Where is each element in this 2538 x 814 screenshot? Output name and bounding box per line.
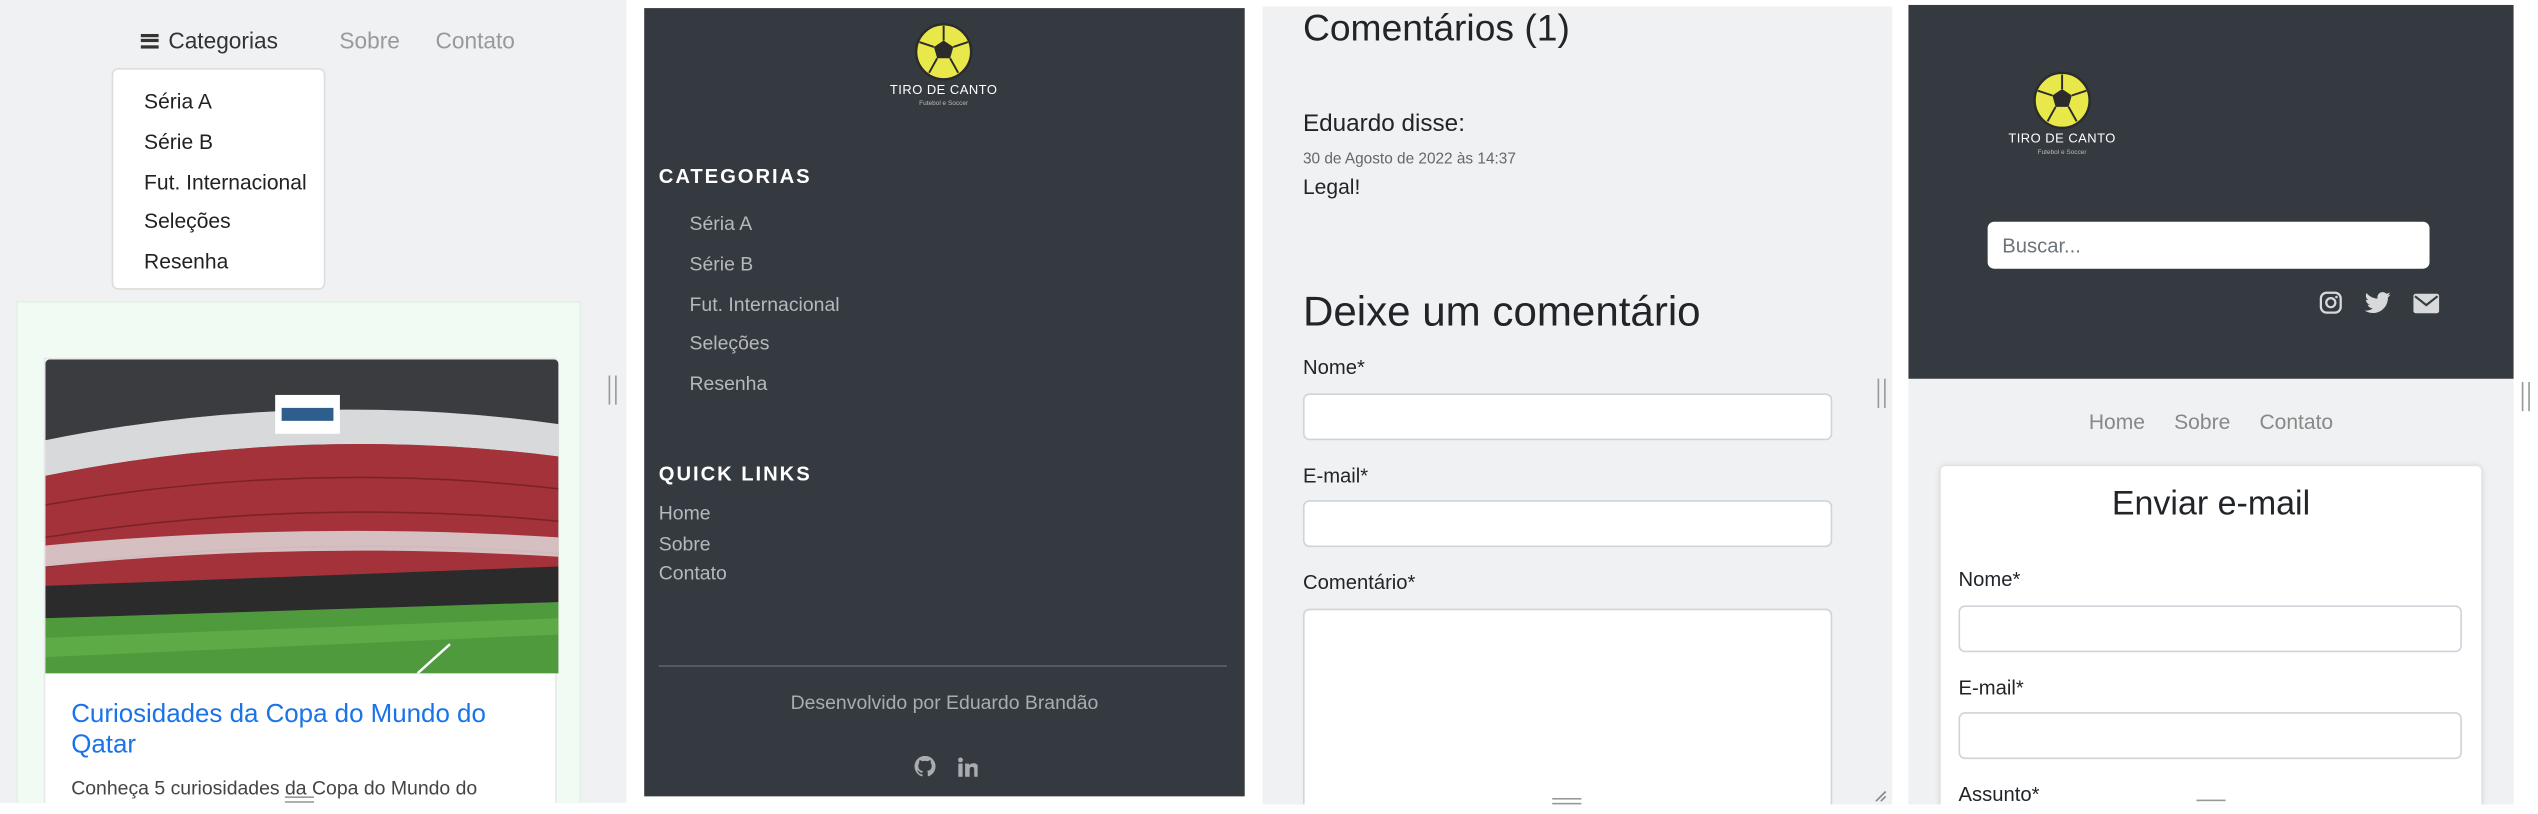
footer-category-selecoes[interactable]: Seleções [690,324,840,364]
twitter-icon[interactable] [2364,291,2391,322]
footer-category-serie-b[interactable]: Série B [690,244,840,284]
nav-link-contato[interactable]: Contato [2259,410,2333,434]
contact-form-card: Enviar e-mail Nome* E-mail* Assunto* [1940,466,2482,805]
dropdown-item-selecoes[interactable]: Seleções [113,203,323,243]
categories-dropdown: Séria A Série B Fut. Internacional Seleç… [111,67,326,290]
quick-links-heading: QUICK LINKS [658,462,812,486]
panel-mobile-menu: Categorias Sobre Contato Séria A Série B… [0,0,627,803]
resize-handle-vertical[interactable] [1877,378,1886,408]
dropdown-item-resenha[interactable]: Resenha [113,243,323,283]
envelope-icon[interactable] [2413,292,2440,321]
comments-heading: Comentários (1) [1302,6,1570,49]
email-label: E-mail* [1302,464,1369,488]
post-image [45,359,559,674]
panel-contact: TIRO DE CANTO Futebol e Soccer Buscar...… [1908,4,2514,805]
dropdown-item-seria-a[interactable]: Séria A [113,83,323,123]
search-input[interactable]: Buscar... [1987,221,2430,269]
developer-credit: Desenvolvido por Eduardo Brandão [790,691,1099,714]
contact-nav: Home Sobre Contato [1908,410,2513,434]
name-field[interactable] [1958,605,2462,653]
soccer-ball-icon [2033,71,2091,130]
categories-heading: CATEGORIAS [658,165,812,188]
brand-tagline: Futebol e Soccer [919,98,969,107]
name-field[interactable] [1302,393,1833,441]
comment-textarea[interactable] [1302,608,1833,805]
header-social-links [2319,291,2440,322]
nav-link-home[interactable]: Home [2089,410,2145,434]
top-nav: Categorias Sobre Contato [140,27,515,54]
brand-tagline: Futebol e Soccer [2037,147,2087,156]
subject-label: Assunto* [1958,783,2040,805]
comment-date: 30 de Agosto de 2022 às 14:37 [1302,150,1516,169]
brand-name: TIRO DE CANTO [2008,131,2116,146]
nav-link-sobre[interactable]: Sobre [339,28,399,54]
footer-category-fut-internacional[interactable]: Fut. Internacional [690,284,840,324]
panel-comments: Comentários (1) Eduardo disse: 30 de Ago… [1262,6,1893,805]
quick-link-home[interactable]: Home [659,499,727,529]
nav-link-sobre[interactable]: Sobre [2174,410,2230,434]
resize-handle-horizontal[interactable] [284,796,315,803]
footer-category-resenha[interactable]: Resenha [690,364,840,404]
email-field[interactable] [1302,500,1833,548]
brand-logo[interactable]: TIRO DE CANTO Futebol e Soccer [881,21,1007,107]
comment-label: Comentário* [1302,571,1416,595]
resize-handle-vertical[interactable] [2521,381,2530,412]
brand-logo[interactable]: TIRO DE CANTO Futebol e Soccer [2002,70,2122,156]
resize-handle-vertical[interactable] [608,375,617,405]
comment-text: Legal! [1302,174,1361,200]
header-dark: TIRO DE CANTO Futebol e Soccer Buscar... [1908,4,2514,379]
post-card-container: Curiosidades da Copa do Mundo do Qatar C… [16,301,582,803]
soccer-ball-icon [914,23,973,81]
categories-menu-label: Categorias [168,27,278,54]
linkedin-icon[interactable] [957,756,979,785]
quick-links-list: Home Sobre Contato [659,499,727,589]
quick-link-contato[interactable]: Contato [659,559,727,589]
search-placeholder: Buscar... [2002,233,2081,257]
comment-author: Eduardo disse: [1302,110,1465,138]
footer-categories-list: Séria A Série B Fut. Internacional Seleç… [690,204,840,405]
name-label: Nome* [1958,568,2021,591]
post-card[interactable]: Curiosidades da Copa do Mundo do Qatar C… [43,357,559,803]
post-title[interactable]: Curiosidades da Copa do Mundo do Qatar [71,699,524,761]
quick-link-sobre[interactable]: Sobre [659,529,727,559]
hamburger-icon [140,33,159,48]
panel-footer-mobile: TIRO DE CANTO Futebol e Soccer CATEGORIA… [644,8,1245,797]
leave-comment-heading: Deixe um comentário [1302,286,1701,336]
brand-name: TIRO DE CANTO [889,82,998,98]
instagram-icon[interactable] [2319,291,2342,322]
nav-link-contato[interactable]: Contato [436,28,515,54]
resize-corner-icon[interactable] [1874,790,1887,803]
footer-social-links [914,755,979,785]
contact-form-title: Enviar e-mail [2111,485,2311,523]
resize-handle-horizontal[interactable] [1552,797,1582,805]
categories-menu-toggle[interactable]: Categorias [140,27,278,54]
email-label: E-mail* [1958,676,2024,700]
dropdown-item-fut-internacional[interactable]: Fut. Internacional [113,163,323,203]
resize-handle-horizontal[interactable] [2196,799,2226,805]
name-label: Nome* [1302,356,1365,379]
email-field[interactable] [1958,712,2462,760]
dropdown-item-serie-b[interactable]: Série B [113,123,323,163]
footer-category-seria-a[interactable]: Séria A [690,204,840,244]
github-icon[interactable] [914,755,936,785]
footer-divider [658,665,1227,667]
